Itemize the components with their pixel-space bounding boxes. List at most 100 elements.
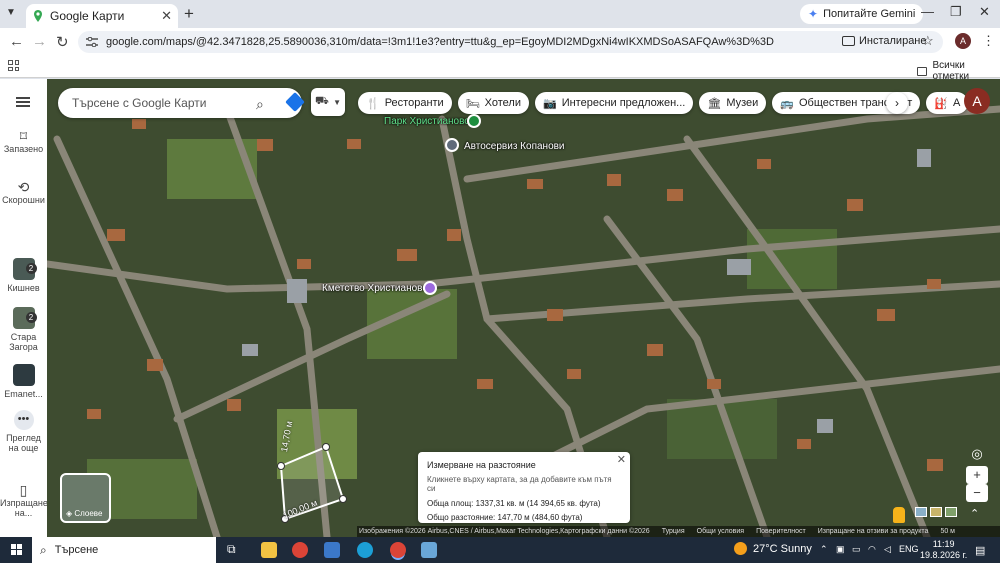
chip-hotels[interactable]: 🛏 Хотели — [457, 92, 529, 114]
weather-condition: Sunny — [780, 542, 812, 555]
place-label-service[interactable]: Автосервиз Копанови — [464, 141, 565, 152]
rail-export[interactable]: ▯ Изпращане на... — [0, 483, 48, 518]
profile-avatar[interactable]: A — [955, 33, 971, 49]
place-thumbnail: 2 — [12, 307, 37, 329]
site-settings-icon[interactable] — [86, 37, 98, 47]
rail-recent-place-2[interactable]: 2 Стара Загора — [0, 307, 47, 352]
close-icon[interactable]: ✕ — [617, 453, 626, 466]
rail-recent-label: Скорошни — [2, 195, 45, 205]
chrome-icon[interactable] — [292, 542, 308, 558]
google-apps-icon[interactable] — [938, 96, 950, 108]
restore-icon[interactable]: ❐ — [950, 4, 962, 20]
rail-saved-label: Запазено — [3, 144, 44, 154]
footer-link[interactable]: Изпращане на отзиви за продукта — [818, 528, 929, 535]
tray-app-icon[interactable]: ▣ — [836, 544, 845, 555]
tab-title: Google Карти — [50, 9, 125, 23]
imagery-thumbnails[interactable] — [915, 507, 957, 517]
reload-icon[interactable]: ↻ — [56, 33, 69, 51]
park-pin-icon[interactable] — [467, 114, 481, 128]
notifications-icon[interactable]: ▤ — [975, 544, 985, 557]
apps-icon[interactable] — [8, 60, 19, 71]
edge-icon[interactable] — [357, 542, 373, 558]
footer-link[interactable]: Поверителност — [756, 528, 806, 535]
file-explorer-icon[interactable] — [261, 542, 277, 558]
layers-button[interactable]: ◈ Слоеве — [60, 473, 111, 523]
search-input[interactable] — [72, 96, 232, 110]
tab-search-icon[interactable]: ▼ — [6, 7, 16, 18]
rail-more[interactable]: ••• Преглед на още — [0, 410, 47, 453]
scale-bar[interactable]: 50 м — [940, 528, 955, 535]
camera-icon: 📷 — [543, 97, 557, 110]
map-canvas[interactable]: ⌕ ⛟ ▼ 🍴Ресторанти 🛏Хотели 📷Интересни пре… — [47, 79, 1000, 537]
forward-icon[interactable]: → — [32, 33, 47, 50]
close-tab-icon[interactable]: ✕ — [161, 8, 172, 24]
zoom-out-button[interactable]: − — [966, 484, 988, 502]
rail-recent[interactable]: ⟲ Скорошни — [0, 179, 47, 205]
place-label-park[interactable]: Парк Христианово — [384, 116, 470, 127]
back-icon[interactable]: ← — [9, 33, 24, 50]
app-icon[interactable] — [421, 542, 437, 558]
my-location-icon[interactable]: ◎ — [966, 445, 988, 463]
zoom-in-button[interactable]: + — [966, 466, 988, 484]
clock-time: 11:19 — [932, 539, 955, 549]
chevron-up-icon[interactable]: ⌃ — [820, 544, 828, 555]
expand-icon[interactable]: ⌃ — [970, 507, 979, 520]
taskbar-clock[interactable]: 11:19 19.8.2026 г. — [920, 539, 967, 561]
account-avatar[interactable]: A — [964, 88, 990, 114]
footer-link[interactable]: Общи условия — [697, 528, 744, 535]
browser-tab[interactable]: Google Карти ✕ — [26, 4, 178, 28]
taskbar-search[interactable]: ⌕ Търсене — [32, 537, 216, 563]
language-indicator[interactable]: ENG — [899, 544, 919, 554]
task-view-icon[interactable]: ⧉ — [227, 542, 243, 558]
measure-distance: Общо разстояние: 147,70 м (484,60 фута) — [427, 513, 583, 522]
network-icon[interactable]: ▭ — [852, 544, 861, 555]
transit-icon: 🚌 — [780, 97, 794, 110]
town-hall-pin-icon[interactable] — [423, 281, 437, 295]
rail-place-label: Кишнев — [7, 283, 40, 293]
chip-restaurants[interactable]: 🍴 Ресторанти — [358, 92, 452, 114]
clock-date: 19.8.2026 г. — [920, 550, 968, 560]
place-thumbnail — [12, 364, 35, 386]
street-view-pegman-icon[interactable] — [893, 507, 905, 523]
chevron-right-icon[interactable]: › — [886, 92, 908, 114]
windows-start-icon[interactable] — [11, 544, 22, 555]
map-search-box[interactable]: ⌕ — [58, 88, 305, 118]
museum-icon: 🏛 — [707, 97, 722, 110]
browser-toolbar: ← → ↻ google.com/maps/@42.3471828,25.589… — [0, 28, 1000, 56]
bookmark-star-icon[interactable]: ☆ — [922, 33, 934, 49]
minimize-icon[interactable]: — — [921, 4, 934, 19]
category-chips: 🍴 Ресторанти 🛏 Хотели 📷 Интересни предложен… — [358, 92, 969, 114]
footer-link[interactable]: Турция — [662, 528, 685, 535]
rail-recent-place-1[interactable]: 2 Кишнев — [0, 258, 47, 293]
bookmarks-bar: Всички отметки — [0, 56, 1000, 82]
ask-gemini-button[interactable]: ✦ Попитайте Gemini — [800, 4, 924, 24]
rail-place-label: Emanet... — [4, 389, 43, 399]
temperature: 27°C — [753, 542, 778, 555]
wifi-icon[interactable]: ◠ — [868, 544, 876, 555]
search-icon[interactable]: ⌕ — [256, 96, 264, 113]
weather-widget[interactable]: 27°C Sunny — [734, 542, 812, 555]
close-window-icon[interactable]: ✕ — [979, 4, 990, 20]
chip-museums[interactable]: 🏛 Музеи — [699, 92, 767, 114]
browser-menu-icon[interactable]: ⋮ — [982, 33, 995, 49]
hotel-icon: 🛏 — [465, 97, 480, 110]
new-tab-icon[interactable]: + — [184, 4, 194, 24]
address-bar[interactable]: google.com/maps/@42.3471828,25.5890036,3… — [78, 31, 943, 53]
chip-attractions[interactable]: 📷 Интересни предложен... — [535, 92, 694, 114]
volume-icon[interactable]: ◁ — [884, 544, 891, 555]
install-app-button[interactable]: Инсталиране — [842, 35, 927, 47]
google-maps-favicon-icon — [34, 10, 42, 22]
rail-saved[interactable]: ⌑ Запазено — [0, 129, 47, 154]
history-icon: ⟲ — [17, 179, 30, 195]
service-pin-icon[interactable] — [445, 138, 459, 152]
chrome-active-icon[interactable] — [390, 542, 406, 558]
rail-export-label: Изпращане на... — [0, 498, 48, 518]
calculator-icon[interactable] — [324, 542, 340, 558]
measure-title: Измерване на разстояние — [427, 460, 536, 470]
rail-recent-place-3[interactable]: Emanet... — [0, 364, 47, 399]
place-label-town-hall[interactable]: Кметство Христианово — [322, 283, 428, 294]
menu-icon[interactable] — [16, 97, 30, 107]
maps-side-rail: ⌑ Запазено ⟲ Скорошни 2 Кишнев 2 Стара З… — [0, 79, 48, 537]
transit-layer-toggle[interactable]: ⛟ ▼ — [311, 88, 345, 116]
attribution-text: Изображения ©2026 Airbus,CNES / Airbus,M… — [359, 528, 650, 535]
